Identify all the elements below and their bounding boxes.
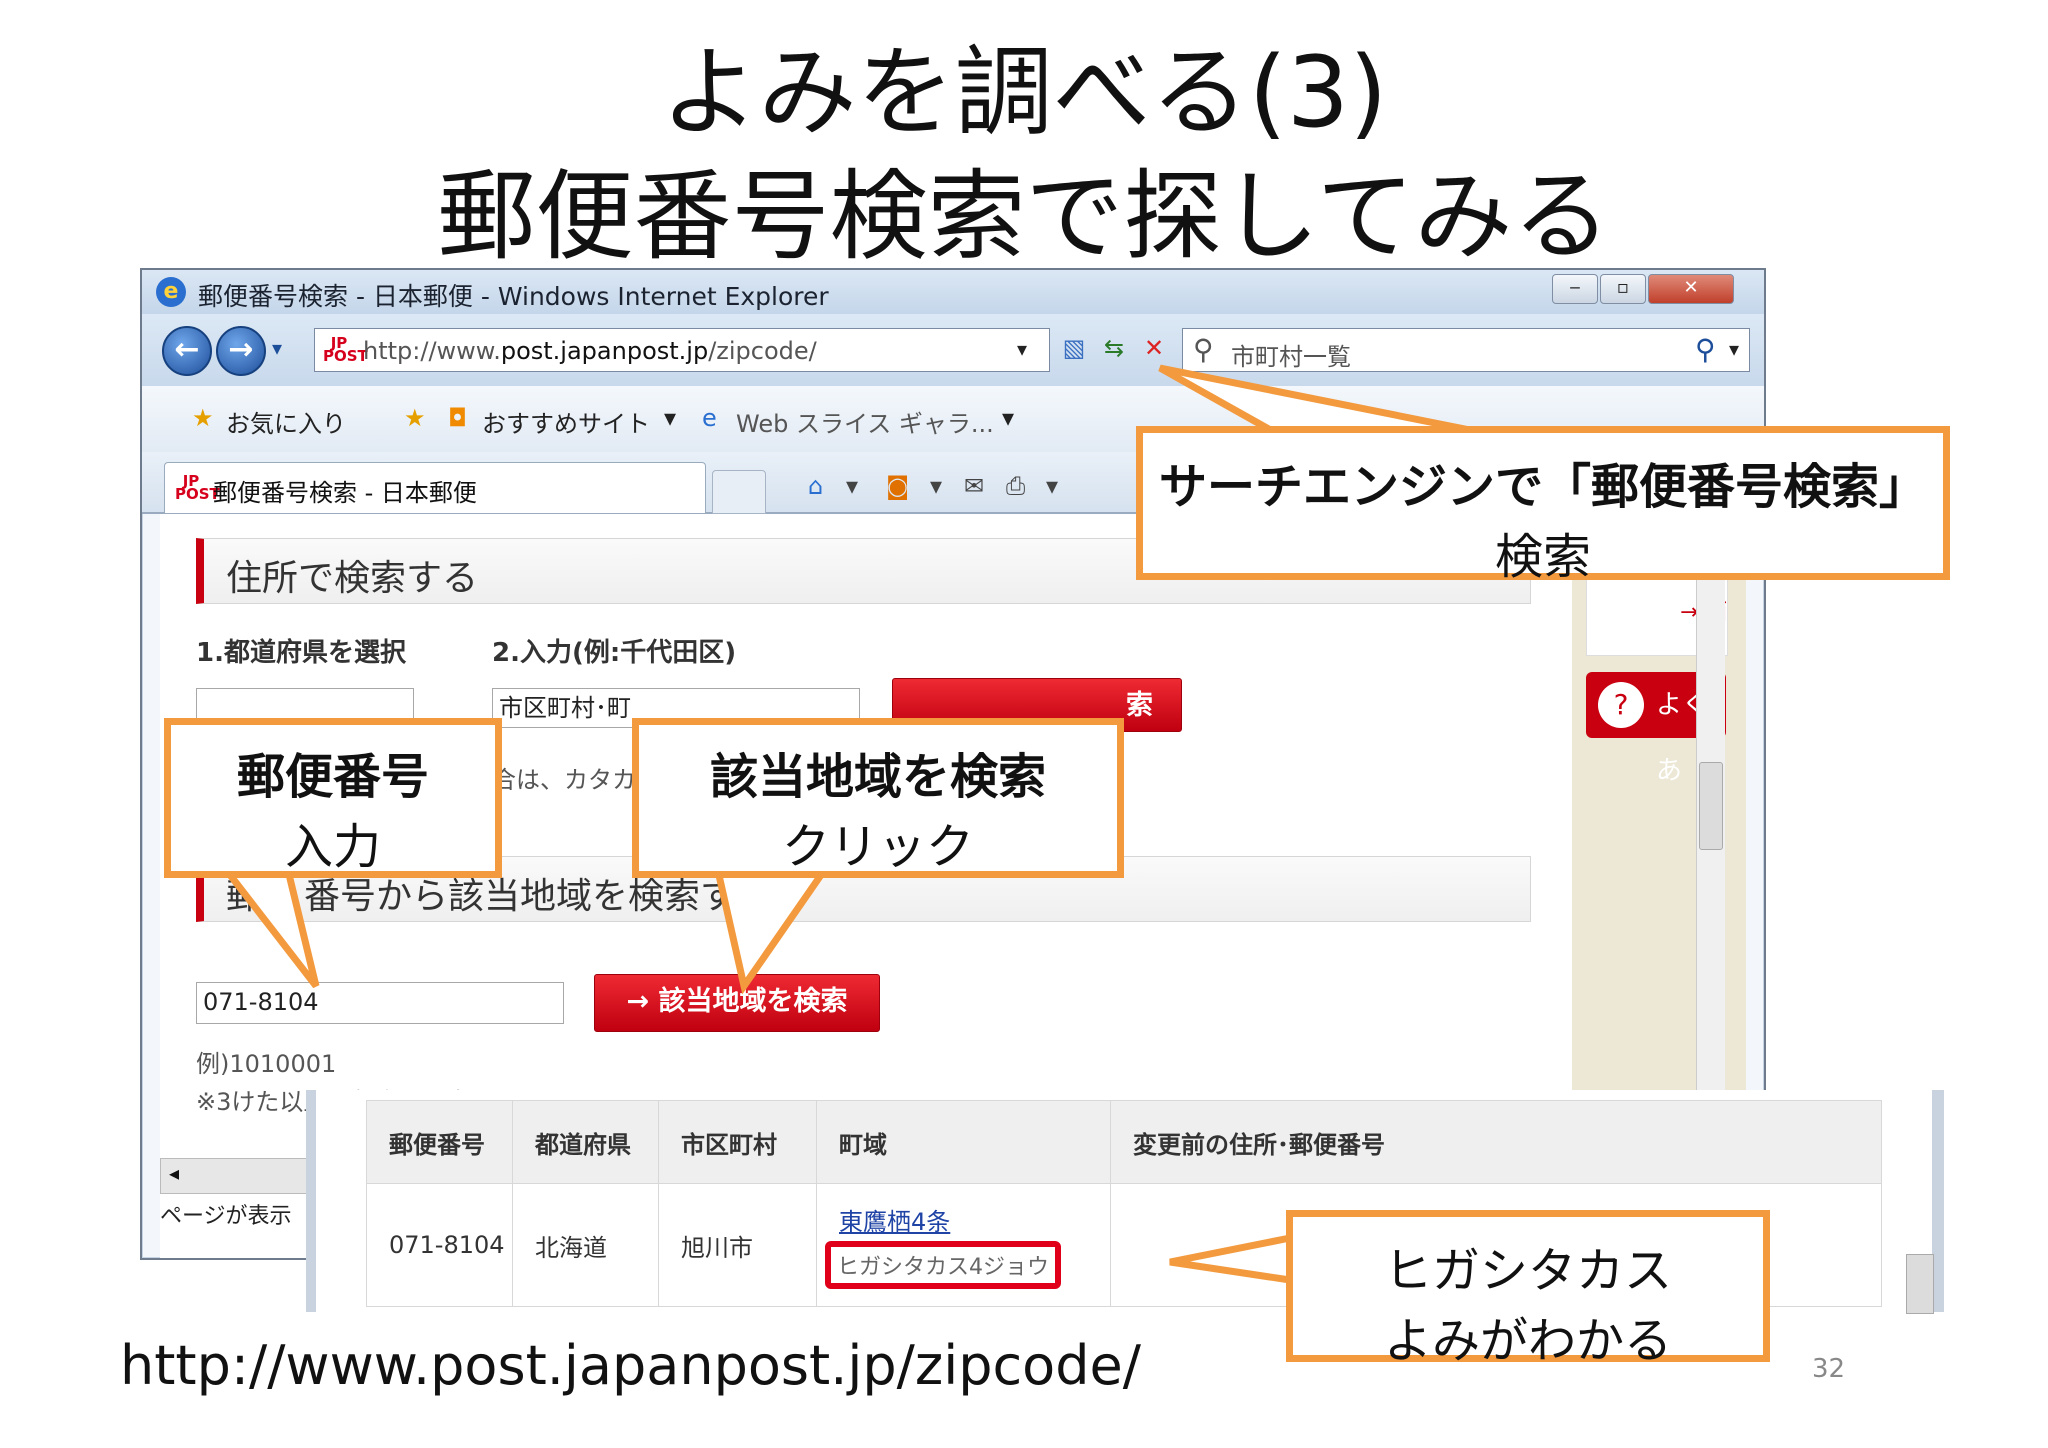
page-number: 32 — [1812, 1354, 1846, 1384]
callout-reading-line1: ヒガシタカス — [1383, 1243, 1672, 1299]
pointer-reading — [1169, 1233, 1294, 1285]
callout-zip: 郵便番号 入力 — [164, 718, 502, 878]
callout-search-engine-line1: サーチエンジンで「郵便番号検索」 — [1158, 459, 1927, 515]
pointer-area — [711, 858, 837, 995]
callout-area: 該当地域を検索 クリック — [632, 718, 1124, 878]
callout-search-engine-line2: 検索 — [1494, 529, 1591, 585]
footer-url: http://www.post.japanpost.jp/zipcode/ — [120, 1334, 1141, 1397]
callout-search-engine: サーチエンジンで「郵便番号検索」 検索 — [1136, 426, 1950, 585]
callout-reading: ヒガシタカス よみがわかる — [1286, 1210, 1770, 1369]
callout-zip-line1: 郵便番号 — [236, 749, 429, 805]
callout-area-line2: クリック — [781, 819, 974, 875]
pointer-zip — [212, 858, 320, 989]
callout-area-line1: 該当地域を検索 — [709, 749, 1046, 805]
callout-reading-line2: よみがわかる — [1383, 1313, 1672, 1369]
pointer-search-engine — [1158, 364, 1481, 436]
callout-zip-line2: 入力 — [284, 819, 381, 875]
